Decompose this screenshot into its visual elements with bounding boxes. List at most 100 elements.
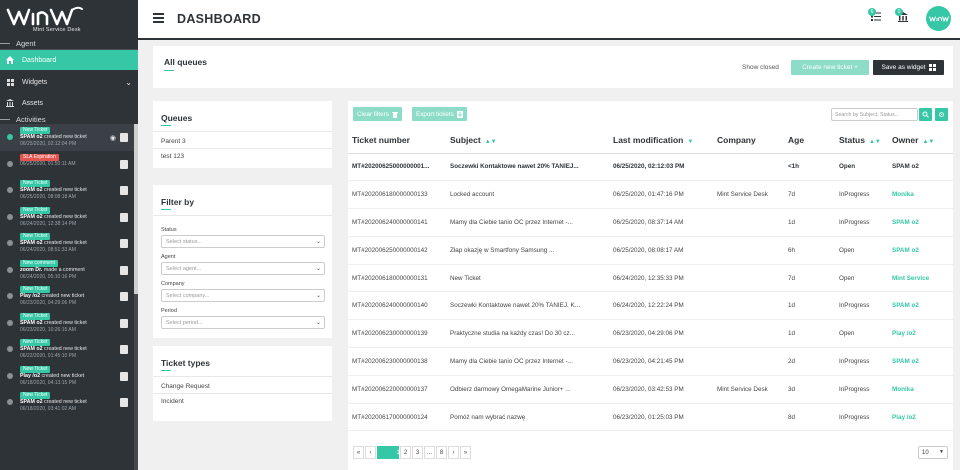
sidebar-item-widgets[interactable]: Widgets ⌄ (0, 72, 138, 92)
activity-badge: New Ticket (20, 127, 51, 134)
menu-icon[interactable] (153, 13, 164, 23)
page-button[interactable]: 3 (412, 446, 423, 459)
save-widget-button[interactable]: Save as widget (873, 60, 944, 75)
trash-icon[interactable] (120, 265, 128, 275)
sort-desc-icon[interactable]: ▼ (687, 139, 693, 145)
table-row[interactable]: MT#202006180000000133 Locked account 06/25… (348, 180, 953, 210)
bank-icon[interactable]: 0 (895, 8, 910, 24)
page-button[interactable]: ‹ (365, 446, 376, 459)
page-title: DASHBOARD (177, 12, 261, 26)
trash-icon[interactable] (120, 292, 128, 301)
activity-item[interactable]: New Ticket SPAM o2 created new ticket 06… (0, 389, 134, 416)
page-button[interactable]: 8 (436, 446, 447, 459)
status-cell: InProgress (839, 375, 892, 404)
activity-item[interactable]: New Ticket SPAM o2 created new ticket 06… (0, 336, 134, 363)
table-row[interactable]: MT#202006230000000138 Mamy dla Ciebie tan… (348, 347, 953, 376)
col-last-modification[interactable]: Last modification ▼ (613, 128, 717, 154)
scrollbar-thumb[interactable] (134, 124, 138, 294)
sort-icon[interactable]: ▲▼ (485, 139, 497, 145)
search-input[interactable]: Search by Subject, Status... (831, 108, 918, 121)
table-row[interactable]: MT#202006250000000142 Złap okazję w Smart… (348, 236, 953, 265)
col-age[interactable]: Age (788, 128, 839, 154)
export-tickets-button[interactable]: Export tickets (412, 107, 467, 121)
table-row[interactable]: MT#202006220000000137 Odbierz darmowy Ome… (348, 375, 953, 404)
col-ticket-number[interactable]: Ticket number (348, 128, 450, 154)
activity-badge: New comment (20, 259, 58, 267)
activity-item[interactable]: New Ticket SPAM o2 created new ticket 06… (0, 177, 134, 204)
trash-icon[interactable] (120, 159, 128, 169)
status-cell: Open (839, 319, 892, 349)
trash-icon[interactable] (120, 133, 128, 142)
col-status[interactable]: Status ▲▼ (839, 128, 892, 154)
avatar[interactable] (926, 6, 951, 31)
activity-user: SPAM o2 (20, 240, 43, 246)
clear-filters-button[interactable]: Clear filters (353, 107, 402, 121)
owner-cell: SPAM o2 (892, 153, 953, 182)
table-row[interactable]: MT#20200625000000001... Soczewki Kontakto… (348, 153, 953, 182)
section-agent-label: Agent (16, 39, 36, 48)
activity-user: SPAM o2 (20, 319, 43, 326)
table-row[interactable]: MT#202006180000000131 New Ticket 06/24/202… (348, 264, 953, 293)
logo[interactable]: Mint Service Desk (0, 0, 138, 38)
tickets-panel: Clear filters Export tickets Search by S… (348, 101, 953, 470)
activity-item[interactable]: New Ticket Play /o2 created new ticket 0… (0, 283, 134, 310)
col-subject[interactable]: Subject ▲▼ (450, 128, 613, 154)
table-row[interactable]: MT#202006170000000124 Pomóż nam wybrać na… (348, 403, 953, 432)
eye-icon[interactable]: ◉ (110, 134, 116, 142)
trash-icon[interactable] (120, 186, 128, 195)
queue-item[interactable]: test 123 (161, 153, 184, 160)
company-select[interactable]: Select company... ⌄ (161, 289, 325, 302)
activity-text: created new ticket (42, 240, 87, 246)
activity-item[interactable]: New Ticket SPAM o2 created new ticket 06… (0, 124, 134, 151)
col-owner[interactable]: Owner ▲▼ (892, 128, 953, 154)
activity-item[interactable]: New Ticket SPAM o2 created new ticket 06… (0, 204, 134, 231)
table-row[interactable]: MT#202006230000000139 Praktyczne studia n… (348, 319, 953, 349)
trash-icon[interactable] (120, 212, 128, 222)
status-select[interactable]: Select status... ⌄ (161, 235, 325, 248)
modified-cell: 06/24/2020, 12:22:24 PM (613, 291, 717, 321)
page-button[interactable]: « (353, 446, 364, 459)
activity-item[interactable]: New Ticket SPAM o2 created new ticket 06… (0, 230, 134, 257)
trash-icon[interactable] (120, 398, 128, 407)
sidebar-item-assets[interactable]: Assets (0, 93, 138, 113)
ticket-type-item[interactable]: Incident (161, 398, 184, 405)
tasks-icon[interactable]: 6 (868, 8, 883, 24)
table-row[interactable]: MT#202006240000000140 Soczewki Kontaktowe… (348, 291, 953, 321)
sort-icon[interactable]: ▲▼ (922, 139, 934, 145)
ticket-type-item[interactable]: Change Request (161, 383, 210, 390)
sort-icon[interactable]: ▲▼ (869, 139, 881, 145)
trash-icon[interactable] (120, 371, 128, 381)
activity-item[interactable]: New comment zoom Dr. made a comment 06/2… (0, 257, 134, 284)
page-button[interactable]: › (448, 446, 459, 459)
trash-icon[interactable] (120, 345, 128, 354)
notification-count: 0 (895, 8, 903, 16)
trash-icon[interactable] (120, 239, 128, 248)
sidebar-item-dashboard[interactable]: Dashboard (0, 50, 138, 70)
trash-icon[interactable] (120, 318, 128, 328)
activity-user: SPAM o2 (20, 213, 43, 220)
activity-item[interactable]: New Ticket Play /o2 created new ticket 0… (0, 363, 134, 390)
queue-item[interactable]: Parent 3 (161, 138, 186, 145)
ticket-number-cell: MT#202006180000000133 (348, 180, 450, 210)
col-company[interactable]: Company (717, 128, 788, 154)
activity-text: made a comment (42, 266, 85, 273)
page-button[interactable]: » (460, 446, 471, 459)
show-closed-toggle[interactable]: Show closed (742, 64, 779, 71)
page-button[interactable]: ... (424, 446, 435, 459)
sidebar-scrollbar[interactable] (134, 124, 138, 470)
table-row[interactable]: MT#202006240000000141 Mamy dla Ciebie tan… (348, 208, 953, 237)
create-ticket-button[interactable]: Create new ticket + (791, 60, 869, 75)
search-icon[interactable] (919, 108, 932, 121)
activity-item[interactable]: New Ticket SPAM o2 created new ticket 06… (0, 310, 134, 337)
page-button[interactable]: 2 (400, 446, 411, 459)
per-page-select[interactable]: 10 ▼ (918, 446, 948, 459)
activity-item[interactable]: SLA Expiration 06/25/2020, 01:50:11 AM (0, 151, 134, 178)
chevron-down-icon[interactable]: ⌄ (125, 78, 132, 87)
agent-select[interactable]: Select agent... ⌄ (161, 262, 325, 275)
status-dot (7, 346, 13, 352)
gear-icon[interactable]: ⚙ (935, 108, 948, 121)
page-button[interactable]: 1 (377, 446, 400, 459)
col-label: Company (717, 135, 756, 146)
top-header: DASHBOARD 6 0 (138, 0, 960, 40)
period-select[interactable]: Select period... ⌄ (161, 316, 325, 329)
